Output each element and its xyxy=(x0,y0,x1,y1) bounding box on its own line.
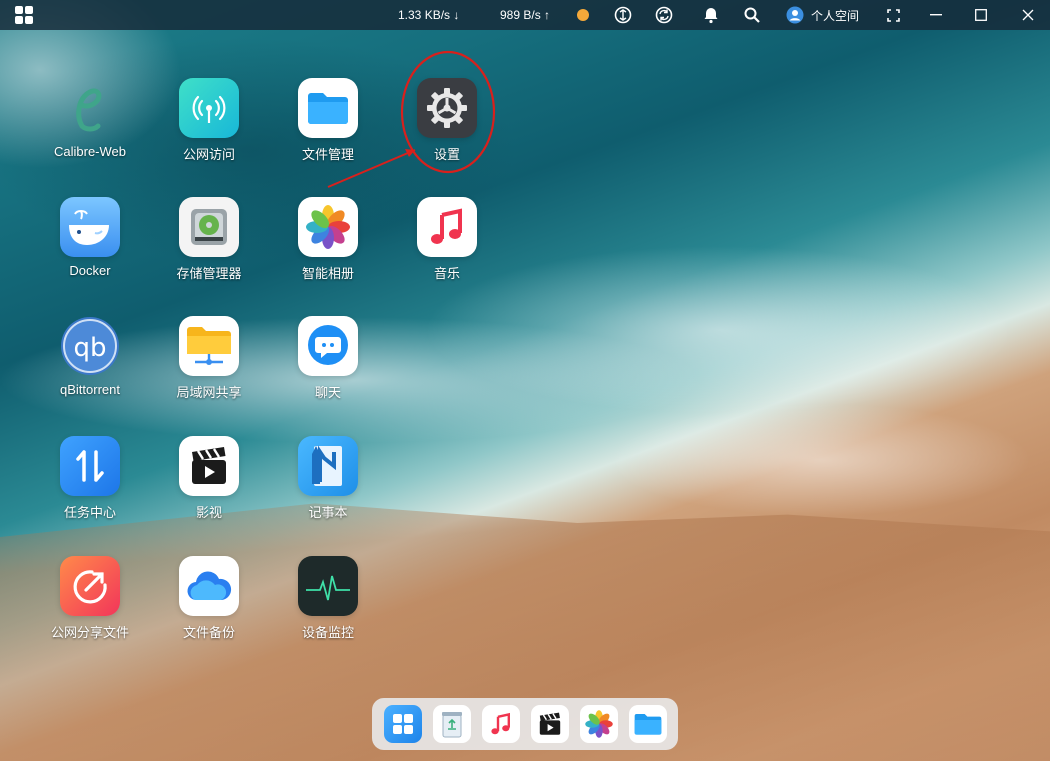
app-launcher-icon[interactable] xyxy=(14,0,34,30)
status-dot-icon[interactable] xyxy=(576,0,590,30)
folder-icon xyxy=(298,78,358,138)
app-label: 设置 xyxy=(433,147,460,162)
photos-icon xyxy=(298,197,358,257)
app-label: 公网分享文件 xyxy=(50,625,129,640)
app-task-center[interactable]: 任务中心 xyxy=(35,436,145,521)
app-music[interactable]: 音乐 xyxy=(392,197,502,282)
network-icon[interactable] xyxy=(613,0,633,30)
upload-speed: 989 B/s ↑ xyxy=(500,8,551,22)
app-label: 局域网共享 xyxy=(176,385,242,400)
app-label: Docker xyxy=(69,263,111,278)
notepad-icon xyxy=(298,436,358,496)
clapperboard-icon[interactable] xyxy=(530,705,569,743)
top-bar: 1.33 KB/s ↓ 989 B/s ↑ 个人空间 xyxy=(0,0,1050,30)
bell-icon[interactable] xyxy=(701,0,721,30)
app-device-monitor[interactable]: 设备监控 xyxy=(273,556,383,641)
photos-icon[interactable] xyxy=(579,705,618,743)
close-icon[interactable] xyxy=(1020,0,1036,30)
app-label: 文件备份 xyxy=(182,625,235,640)
public-access-icon xyxy=(179,78,239,138)
cloud-backup-icon xyxy=(179,556,239,616)
maximize-icon[interactable] xyxy=(973,0,989,30)
fullscreen-icon[interactable] xyxy=(885,0,901,30)
sync-icon[interactable] xyxy=(654,0,674,30)
clapperboard-icon xyxy=(179,436,239,496)
app-label: 智能相册 xyxy=(301,266,354,281)
svg-text:qb: qb xyxy=(73,333,106,363)
app-video[interactable]: 影视 xyxy=(154,436,264,521)
app-notepad[interactable]: 记事本 xyxy=(273,436,383,521)
chat-bubble-icon xyxy=(298,316,358,376)
music-note-icon[interactable] xyxy=(481,705,520,743)
search-icon[interactable] xyxy=(742,0,762,30)
app-lan-share[interactable]: 局域网共享 xyxy=(154,316,264,401)
calibre-web-icon xyxy=(60,78,120,138)
app-label: 文件管理 xyxy=(301,147,354,162)
app-file-backup[interactable]: 文件备份 xyxy=(154,556,264,641)
app-label: qBittorrent xyxy=(60,382,120,397)
transfer-arrows-icon xyxy=(60,436,120,496)
qbittorrent-icon: qb xyxy=(60,316,120,376)
app-label: 公网访问 xyxy=(182,147,235,162)
app-label: Calibre-Web xyxy=(53,144,126,159)
app-label: 设备监控 xyxy=(301,625,354,640)
app-file-manager[interactable]: 文件管理 xyxy=(273,78,383,163)
lan-share-icon xyxy=(179,316,239,376)
app-label: 音乐 xyxy=(433,266,460,281)
app-label: 聊天 xyxy=(314,385,341,400)
gear-icon xyxy=(417,78,477,138)
hard-disk-icon xyxy=(179,197,239,257)
download-speed: 1.33 KB/s ↓ xyxy=(398,8,460,22)
docker-whale-icon xyxy=(60,197,120,257)
app-public-share-files[interactable]: 公网分享文件 xyxy=(35,556,145,641)
app-label: 存储管理器 xyxy=(176,266,242,281)
app-qbittorrent[interactable]: qb qBittorrent xyxy=(35,316,145,397)
app-grid-icon[interactable] xyxy=(383,705,422,743)
app-public-access[interactable]: 公网访问 xyxy=(154,78,264,163)
share-arrow-icon xyxy=(60,556,120,616)
minimize-icon[interactable] xyxy=(928,0,944,30)
app-chat[interactable]: 聊天 xyxy=(273,316,383,401)
app-docker[interactable]: Docker xyxy=(35,197,145,278)
app-storage-manager[interactable]: 存储管理器 xyxy=(154,197,264,282)
user-space-label[interactable]: 个人空间 xyxy=(811,0,859,30)
monitor-pulse-icon xyxy=(298,556,358,616)
user-avatar-icon[interactable] xyxy=(786,0,804,30)
app-label: 记事本 xyxy=(308,505,348,520)
folder-icon[interactable] xyxy=(628,705,667,743)
app-smart-album[interactable]: 智能相册 xyxy=(273,197,383,282)
app-calibre-web[interactable]: Calibre-Web xyxy=(35,78,145,159)
app-label: 任务中心 xyxy=(63,505,116,520)
recycle-bin-icon[interactable] xyxy=(432,705,471,743)
app-settings[interactable]: 设置 xyxy=(392,78,502,163)
music-note-icon xyxy=(417,197,477,257)
app-label: 影视 xyxy=(195,505,222,520)
dock xyxy=(372,698,678,750)
